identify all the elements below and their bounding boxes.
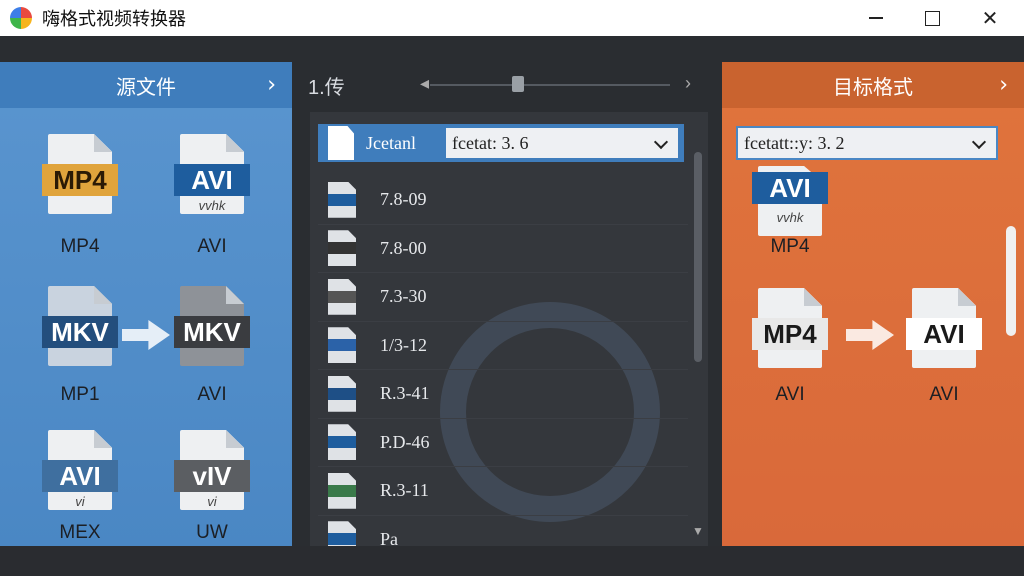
video-file-icon bbox=[328, 327, 356, 364]
source-file-avi[interactable]: AVI vvhk bbox=[174, 134, 250, 214]
file-list: 7.8-09 7.8-00 7.3-30 1/3-12 R.3-41 P.D-4… bbox=[318, 176, 688, 546]
chevron-right-icon[interactable]: › bbox=[267, 73, 276, 98]
video-file-icon bbox=[328, 230, 356, 267]
list-scrollbar[interactable] bbox=[694, 152, 702, 362]
maximize-button[interactable] bbox=[904, 0, 960, 36]
list-item-value: R.3-41 bbox=[380, 383, 430, 404]
window-title: 嗨格式视频转换器 bbox=[42, 9, 186, 30]
source-file-mkv[interactable]: MKV bbox=[42, 286, 118, 366]
target-file-label: AVI bbox=[775, 384, 805, 405]
source-file-label: MEX bbox=[59, 522, 101, 543]
file-format-tag: vIV bbox=[174, 460, 250, 492]
close-button[interactable]: ✕ bbox=[962, 0, 1018, 36]
format-dropdown-value: fcetat: 3. 6 bbox=[452, 132, 529, 153]
slider-handle[interactable] bbox=[512, 76, 524, 92]
source-file-label: MP1 bbox=[60, 384, 100, 405]
list-item[interactable]: 7.3-30 bbox=[318, 273, 688, 322]
file-format-tag: MKV bbox=[42, 316, 118, 348]
source-file-label: AVI bbox=[197, 384, 227, 405]
video-file-icon bbox=[328, 375, 356, 412]
list-item[interactable]: Pa bbox=[318, 516, 688, 546]
file-format-tag: MP4 bbox=[752, 318, 828, 350]
file-format-tag: AVI bbox=[906, 318, 982, 350]
target-format-panel: 目标格式 › fcetatt::y: 3. 2 AVI vvhk MP4 MP4… bbox=[722, 62, 1024, 546]
video-file-icon bbox=[328, 472, 356, 509]
list-item-value: 7.8-00 bbox=[380, 237, 427, 258]
file-format-tag: MP4 bbox=[42, 164, 118, 196]
document-icon bbox=[328, 126, 354, 160]
source-panel-header[interactable]: 源文件 › bbox=[0, 62, 292, 108]
timeline-slider[interactable] bbox=[430, 84, 670, 86]
toolbar-label: 1.传 bbox=[308, 76, 345, 99]
source-file-label: AVI bbox=[197, 236, 227, 257]
status-strip bbox=[0, 546, 1024, 576]
file-format-tag: AVI bbox=[752, 172, 828, 204]
source-file-label: MP4 bbox=[60, 236, 100, 257]
video-file-icon bbox=[328, 424, 356, 461]
target-panel-title: 目标格式 bbox=[833, 74, 913, 99]
list-item[interactable]: 7.8-00 bbox=[318, 225, 688, 273]
source-file-viv[interactable]: vIV vi bbox=[174, 430, 250, 510]
chevron-down-icon bbox=[971, 134, 987, 150]
file-list-header-label: Jcetanl bbox=[366, 132, 416, 153]
arrow-left-icon[interactable]: ◂ bbox=[420, 73, 429, 94]
scroll-down-icon[interactable]: ▼ bbox=[692, 524, 704, 538]
target-file-label: AVI bbox=[929, 384, 959, 405]
file-list-panel: Jcetanl fcetat: 3. 6 7.8-09 7.8-00 7.3-3… bbox=[310, 112, 708, 546]
source-file-label: UW bbox=[196, 522, 228, 543]
chevron-right-icon[interactable]: › bbox=[685, 73, 691, 94]
source-file-avi-2[interactable]: AVI vi bbox=[42, 430, 118, 510]
target-format-dropdown-value: fcetatt::y: 3. 2 bbox=[744, 132, 845, 153]
list-item[interactable]: R.3-11 bbox=[318, 467, 688, 516]
arrow-right-icon bbox=[846, 320, 894, 350]
target-panel-header[interactable]: 目标格式 › bbox=[722, 62, 1024, 108]
target-scrollbar[interactable] bbox=[1006, 226, 1016, 336]
arrow-right-icon bbox=[122, 320, 170, 350]
list-item-value: 7.3-30 bbox=[380, 286, 427, 307]
video-file-icon bbox=[328, 181, 356, 218]
file-sub-text: vi bbox=[75, 494, 85, 509]
minimize-button[interactable] bbox=[848, 0, 904, 36]
format-dropdown[interactable]: fcetat: 3. 6 bbox=[444, 126, 680, 160]
video-file-icon bbox=[328, 521, 356, 546]
list-item-value: Pa bbox=[380, 528, 398, 546]
app-logo-icon bbox=[10, 7, 32, 29]
list-item[interactable]: 7.8-09 bbox=[318, 176, 688, 225]
file-sub-text: vvhk bbox=[776, 210, 804, 225]
file-format-tag: MKV bbox=[174, 316, 250, 348]
file-sub-text: vvhk bbox=[198, 198, 226, 213]
file-sub-text: vi bbox=[207, 494, 217, 509]
target-file-avi-2[interactable]: AVI bbox=[906, 288, 982, 368]
middle-toolbar: 1.传 ◂ › bbox=[300, 62, 716, 108]
video-file-icon bbox=[328, 278, 356, 315]
list-item[interactable]: 1/3-12 bbox=[318, 322, 688, 370]
file-format-tag: AVI bbox=[42, 460, 118, 492]
title-bar: 嗨格式视频转换器 ✕ bbox=[0, 0, 1024, 36]
list-item-value: 1/3-12 bbox=[380, 334, 427, 355]
source-file-mp4[interactable]: MP4 bbox=[42, 134, 118, 214]
source-panel-title: 源文件 bbox=[116, 74, 176, 99]
list-item[interactable]: R.3-41 bbox=[318, 370, 688, 419]
target-file-mp4[interactable]: MP4 bbox=[752, 288, 828, 368]
list-item-value: P.D-46 bbox=[380, 431, 430, 452]
file-format-tag: AVI bbox=[174, 164, 250, 196]
source-file-mkv-target[interactable]: MKV bbox=[174, 286, 250, 366]
chevron-right-icon[interactable]: › bbox=[999, 73, 1008, 98]
target-format-dropdown[interactable]: fcetatt::y: 3. 2 bbox=[736, 126, 998, 160]
list-item[interactable]: P.D-46 bbox=[318, 419, 688, 467]
target-file-label: MP4 bbox=[770, 236, 810, 257]
target-file-avi[interactable]: AVI vvhk bbox=[752, 166, 828, 236]
list-item-value: 7.8-09 bbox=[380, 189, 427, 210]
source-files-panel: 源文件 › MP4 MP4 AVI vvhk AVI MKV MP1 MKV A… bbox=[0, 62, 292, 546]
list-item-value: R.3-11 bbox=[380, 480, 429, 501]
chevron-down-icon bbox=[653, 134, 669, 150]
